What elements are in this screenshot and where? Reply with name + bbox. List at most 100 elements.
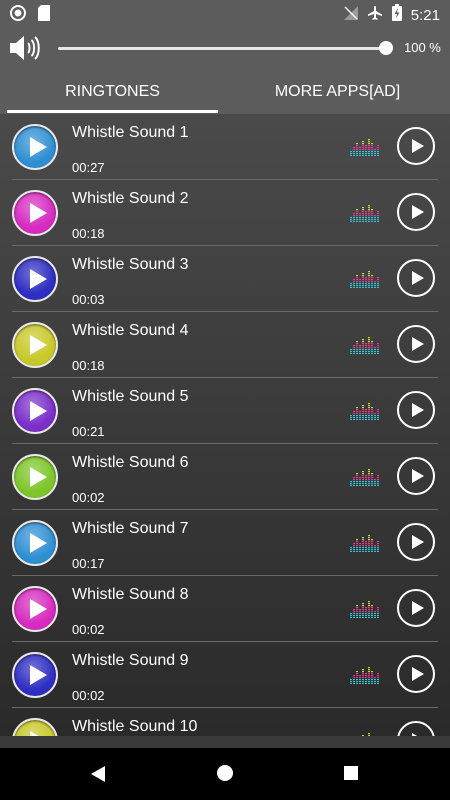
play-button[interactable]	[397, 391, 435, 429]
volume-percent: 100 %	[404, 40, 441, 55]
ringtone-duration: 00:02	[72, 622, 105, 637]
clock: 5:21	[410, 6, 440, 24]
ringtone-title: Whistle Sound 2	[72, 190, 189, 207]
tab-more-apps[interactable]: MORE APPS[AD]	[225, 70, 450, 114]
ringtone-thumbnail-play-icon[interactable]	[12, 652, 58, 698]
equalizer-icon	[350, 469, 379, 486]
play-triangle-icon	[30, 203, 47, 223]
play-triangle-icon	[30, 665, 47, 685]
play-button[interactable]	[397, 457, 435, 495]
play-triangle-icon	[30, 401, 47, 421]
tab-ringtones[interactable]: RINGTONES	[0, 70, 225, 114]
play-button[interactable]	[397, 655, 435, 693]
tab-bar: RINGTONES MORE APPS[AD]	[0, 70, 450, 114]
ringtone-title: Whistle Sound 3	[72, 256, 189, 273]
equalizer-icon	[350, 403, 379, 420]
play-triangle-icon	[30, 269, 47, 289]
ringtone-thumbnail-play-icon[interactable]	[12, 454, 58, 500]
ringtone-row[interactable]: Whistle Sound 10	[0, 708, 450, 736]
ringtone-title: Whistle Sound 10	[72, 718, 198, 735]
ringtone-row[interactable]: Whistle Sound 3 00:03	[0, 246, 450, 312]
equalizer-icon	[350, 601, 379, 618]
tab-selected-indicator	[7, 110, 218, 113]
ringtone-duration: 00:03	[72, 292, 105, 307]
ringtone-title: Whistle Sound 4	[72, 322, 189, 339]
status-bar: 5:21	[0, 0, 450, 26]
sd-card-icon	[38, 5, 50, 26]
ringtone-row[interactable]: Whistle Sound 1 00:27	[0, 114, 450, 180]
play-triangle-icon	[30, 533, 47, 553]
recording-indicator-icon	[10, 5, 26, 26]
ringtone-row[interactable]: Whistle Sound 9 00:02	[0, 642, 450, 708]
ringtone-duration: 00:18	[72, 358, 105, 373]
play-icon	[412, 733, 424, 736]
play-icon	[412, 535, 424, 549]
ringtone-duration: 00:02	[72, 688, 105, 703]
equalizer-icon	[350, 205, 379, 222]
play-icon	[412, 337, 424, 351]
play-triangle-icon	[30, 335, 47, 355]
ringtone-thumbnail-play-icon[interactable]	[12, 190, 58, 236]
volume-slider-thumb[interactable]	[379, 41, 393, 55]
tab-more-apps-label: MORE APPS[AD]	[274, 83, 401, 100]
tab-ringtones-label: RINGTONES	[65, 83, 160, 100]
ringtone-title: Whistle Sound 1	[72, 124, 189, 141]
play-triangle-icon	[30, 467, 47, 487]
play-triangle-icon	[30, 599, 47, 619]
play-icon	[412, 601, 424, 615]
ringtone-thumbnail-play-icon[interactable]	[12, 322, 58, 368]
ringtone-row[interactable]: Whistle Sound 8 00:02	[0, 576, 450, 642]
ringtone-thumbnail-play-icon[interactable]	[12, 586, 58, 632]
ringtone-duration: 00:21	[72, 424, 105, 439]
equalizer-icon	[350, 139, 379, 156]
equalizer-icon	[350, 535, 379, 552]
home-icon[interactable]	[217, 765, 233, 781]
equalizer-icon	[350, 667, 379, 684]
back-icon[interactable]	[90, 765, 106, 788]
play-button[interactable]	[397, 523, 435, 561]
volume-slider-track[interactable]	[58, 47, 386, 50]
play-button[interactable]	[397, 721, 435, 736]
play-button[interactable]	[397, 259, 435, 297]
ringtone-title: Whistle Sound 6	[72, 454, 189, 471]
ringtone-thumbnail-play-icon[interactable]	[12, 718, 58, 736]
ringtone-row[interactable]: Whistle Sound 7 00:17	[0, 510, 450, 576]
play-button[interactable]	[397, 589, 435, 627]
equalizer-icon	[350, 337, 379, 354]
play-triangle-icon	[30, 137, 47, 157]
ringtone-thumbnail-play-icon[interactable]	[12, 520, 58, 566]
equalizer-icon	[362, 733, 370, 736]
speaker-volume-icon[interactable]	[8, 34, 40, 67]
ringtone-duration: 00:02	[72, 490, 105, 505]
ringtone-row[interactable]: Whistle Sound 4 00:18	[0, 312, 450, 378]
play-icon	[412, 667, 424, 681]
play-icon	[412, 205, 424, 219]
ringtone-row[interactable]: Whistle Sound 2 00:18	[0, 180, 450, 246]
ringtone-title: Whistle Sound 7	[72, 520, 189, 537]
play-icon	[412, 469, 424, 483]
battery-charging-icon	[391, 4, 402, 26]
system-nav-bar	[0, 748, 450, 800]
ringtone-row[interactable]: Whistle Sound 5 00:21	[0, 378, 450, 444]
play-icon	[412, 271, 424, 285]
play-button[interactable]	[397, 325, 435, 363]
ringtone-list[interactable]: Whistle Sound 1 00:27 Whistle Sound 2 00:18…	[0, 114, 450, 736]
ringtone-thumbnail-play-icon[interactable]	[12, 124, 58, 170]
recent-apps-icon[interactable]	[344, 766, 358, 780]
ringtone-duration: 00:27	[72, 160, 105, 175]
ringtone-title: Whistle Sound 9	[72, 652, 189, 669]
play-button[interactable]	[397, 193, 435, 231]
ringtone-thumbnail-play-icon[interactable]	[12, 388, 58, 434]
ringtone-title: Whistle Sound 8	[72, 586, 189, 603]
ringtone-row[interactable]: Whistle Sound 6 00:02	[0, 444, 450, 510]
ringtone-thumbnail-play-icon[interactable]	[12, 256, 58, 302]
play-icon	[412, 139, 424, 153]
play-icon	[412, 403, 424, 417]
ringtone-duration: 00:18	[72, 226, 105, 241]
play-button[interactable]	[397, 127, 435, 165]
airplane-mode-icon	[367, 5, 383, 26]
equalizer-icon	[350, 271, 379, 288]
play-triangle-icon	[30, 731, 47, 736]
ringtone-duration: 00:17	[72, 556, 105, 571]
ringtone-title: Whistle Sound 5	[72, 388, 189, 405]
